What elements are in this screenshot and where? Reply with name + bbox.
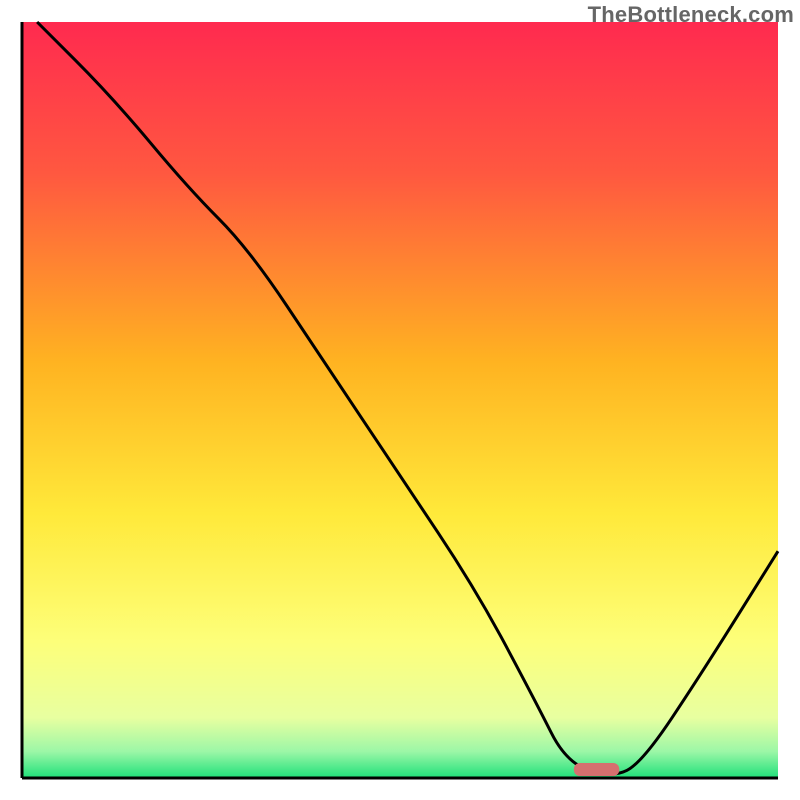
plot-gradient bbox=[22, 22, 778, 778]
attribution-text: TheBottleneck.com bbox=[588, 2, 794, 28]
optimal-marker bbox=[574, 763, 619, 776]
chart-container: TheBottleneck.com bbox=[0, 0, 800, 800]
chart-svg bbox=[0, 0, 800, 800]
